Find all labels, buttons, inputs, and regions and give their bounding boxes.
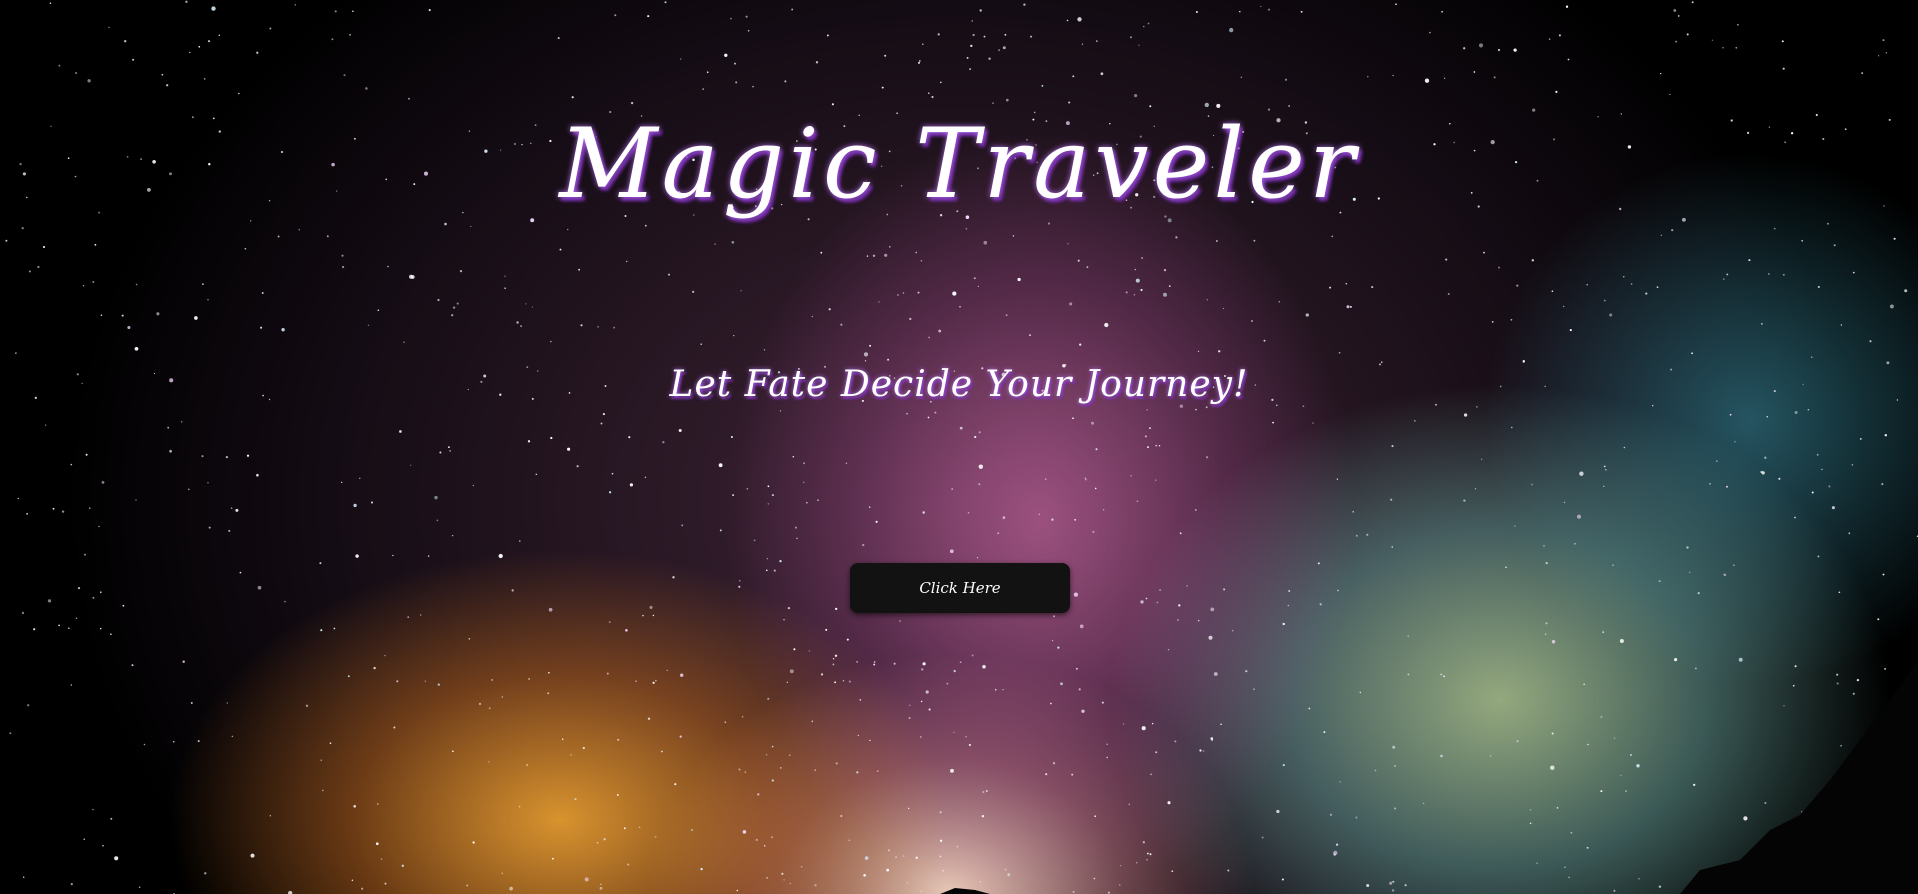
page-subtitle: Let Fate Decide Your Journey! (669, 364, 1249, 405)
hero-section: Magic Traveler Let Fate Decide Your Jour… (0, 0, 1918, 894)
page-title: Magic Traveler (559, 108, 1359, 220)
click-here-button[interactable]: Click Here (850, 563, 1070, 613)
